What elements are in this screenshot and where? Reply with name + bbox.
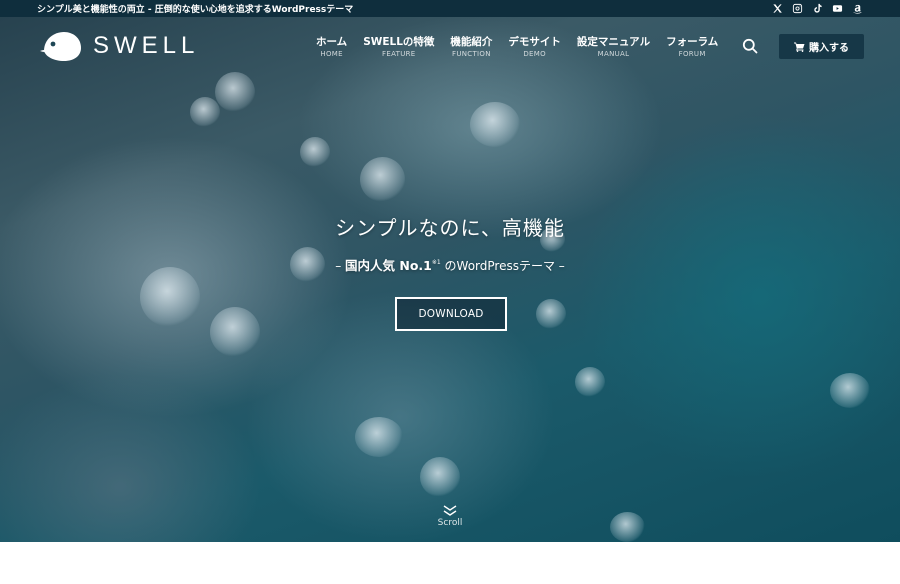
- nav-item-home[interactable]: ホーム HOME: [308, 36, 355, 59]
- youtube-icon[interactable]: [832, 3, 843, 14]
- nav-label: 設定マニュアル: [576, 36, 651, 48]
- hero-title: シンプルなのに、高機能: [335, 216, 565, 240]
- hero-footnote-mark: ※1: [431, 259, 441, 266]
- nav-item-demo[interactable]: デモサイト DEMO: [500, 36, 569, 59]
- bubble: [575, 367, 605, 397]
- tiktok-icon[interactable]: [812, 3, 823, 14]
- purchase-button[interactable]: 購入する: [779, 34, 864, 59]
- x-icon[interactable]: [772, 3, 783, 14]
- nav-label: ホーム: [316, 36, 348, 48]
- hero-subtitle-suffix: のWordPressテーマ –: [440, 259, 565, 273]
- chevron-down-icon: [443, 505, 457, 516]
- scroll-label: Scroll: [437, 518, 463, 528]
- main-nav: ホーム HOME SWELLの特徴 FEATURE 機能紹介 FUNCTION …: [308, 36, 726, 59]
- bubble: [360, 157, 405, 202]
- bubble: [215, 72, 255, 112]
- instagram-icon[interactable]: [792, 3, 803, 14]
- download-button[interactable]: DOWNLOAD: [395, 297, 507, 331]
- bubble: [210, 307, 260, 357]
- nav-sublabel: FEATURE: [382, 50, 416, 58]
- nav-item-manual[interactable]: 設定マニュアル MANUAL: [569, 36, 658, 59]
- hero-subtitle-prefix: –: [335, 259, 346, 273]
- nav-sublabel: FUNCTION: [452, 50, 491, 58]
- bubble: [536, 299, 566, 329]
- logo-text: SWELL: [93, 32, 200, 59]
- scroll-indicator[interactable]: Scroll: [430, 505, 470, 528]
- logo-mark: [40, 32, 81, 61]
- nav-item-feature[interactable]: SWELLの特徴 FEATURE: [355, 36, 442, 59]
- nav-label: 機能紹介: [450, 36, 493, 48]
- bubble: [355, 417, 403, 457]
- site-logo[interactable]: SWELL: [40, 29, 199, 63]
- content-area: [0, 542, 900, 584]
- bubble: [830, 373, 870, 408]
- nav-label: デモサイト: [508, 36, 561, 48]
- amazon-icon[interactable]: [852, 3, 863, 14]
- search-icon[interactable]: [742, 38, 758, 54]
- nav-sublabel: MANUAL: [597, 50, 630, 58]
- nav-sublabel: DEMO: [523, 50, 546, 58]
- bubble: [470, 102, 520, 147]
- hero-section: [0, 17, 900, 542]
- hero-subtitle: – 国内人気 No.1※1 のWordPressテーマ –: [0, 255, 900, 274]
- social-links: [772, 3, 863, 14]
- nav-label: SWELLの特徴: [363, 36, 435, 48]
- hero-subtitle-strong: 国内人気 No.1: [345, 258, 432, 273]
- cart-icon: [794, 42, 805, 52]
- purchase-label: 購入する: [809, 43, 849, 54]
- announcement-bar: シンプル美と機能性の両立 - 圧倒的な使い心地を追求するWordPressテーマ: [0, 0, 900, 17]
- site-header: SWELL ホーム HOME SWELLの特徴 FEATURE 機能紹介 FUN…: [0, 17, 900, 75]
- nav-sublabel: HOME: [320, 50, 343, 58]
- bubble: [300, 137, 330, 167]
- nav-item-function[interactable]: 機能紹介 FUNCTION: [442, 36, 500, 59]
- nav-item-forum[interactable]: フォーラム FORUM: [658, 36, 726, 59]
- bubble: [140, 267, 200, 327]
- bubble: [420, 457, 460, 497]
- bubble: [190, 97, 220, 127]
- site-tagline: シンプル美と機能性の両立 - 圧倒的な使い心地を追求するWordPressテーマ: [37, 5, 354, 15]
- nav-label: フォーラム: [666, 36, 719, 48]
- bubble: [610, 512, 645, 542]
- nav-sublabel: FORUM: [678, 50, 706, 58]
